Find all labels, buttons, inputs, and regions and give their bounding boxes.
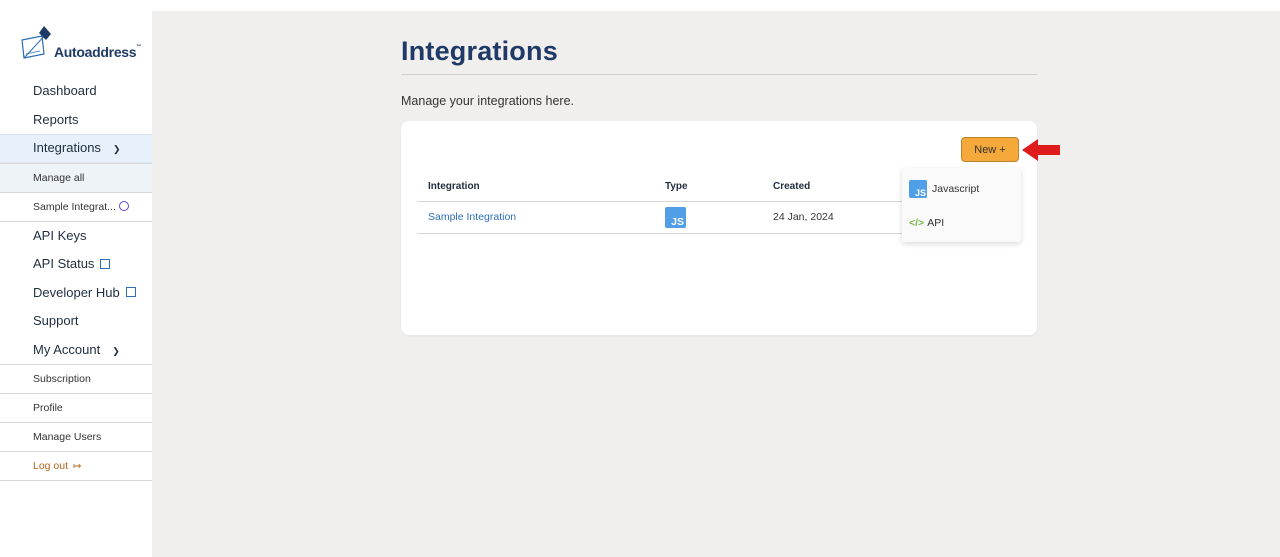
page-title: Integrations [401, 36, 558, 66]
sidebar-item-label: Manage all [33, 171, 85, 184]
sidebar-item-integrations[interactable]: Integrations ❯ [0, 134, 152, 163]
sidebar-item-label: Integrations [33, 140, 101, 155]
sidebar-item-my-account[interactable]: My Account ❯ [0, 336, 152, 365]
sidebar-item-api-keys[interactable]: API Keys [0, 222, 152, 251]
javascript-type-icon: JS [665, 207, 686, 228]
page-subtitle: Manage your integrations here. [401, 94, 575, 108]
logout-icon: ↦ [73, 461, 82, 472]
sidebar-item-developer-hub[interactable]: Developer Hub [0, 279, 152, 308]
top-strip [0, 0, 1280, 11]
sidebar-item-support[interactable]: Support [0, 307, 152, 336]
sidebar-subitem-manage-all[interactable]: Manage all [0, 162, 152, 193]
clock-icon [118, 200, 129, 211]
sidebar-item-label: Subscription [33, 373, 91, 385]
logout-link[interactable]: Log out ↦ [0, 452, 152, 481]
sidebar-item-label: Log out [33, 460, 69, 472]
column-header-integration: Integration [428, 181, 480, 192]
chevron-down-icon: ❯ [112, 345, 120, 356]
sidebar-item-label: API Status [33, 256, 95, 271]
sidebar-item-label: API Keys [33, 227, 87, 243]
external-link-icon [125, 287, 136, 298]
chevron-down-icon: ❯ [112, 144, 121, 154]
brand-name: Autoaddress™ [54, 44, 141, 60]
sidebar-item-label: Manage Users [33, 431, 102, 443]
sidebar-item-dashboard[interactable]: Dashboard [0, 77, 152, 106]
new-integration-button[interactable]: New + [961, 137, 1019, 162]
sidebar-nav: Dashboard Reports Integrations ❯ Manage a… [0, 77, 152, 481]
sidebar-subitem-manage-users[interactable]: Manage Users [0, 423, 152, 452]
sidebar-item-api-status[interactable]: API Status [0, 250, 152, 279]
sidebar-subitem-subscription[interactable]: Subscription [0, 364, 152, 394]
sidebar-item-label: Sample Integrat... [33, 200, 116, 213]
dropdown-item-javascript[interactable]: Javascript [932, 183, 979, 195]
sidebar: Autoaddress™ Dashboard Reports Integrati… [0, 0, 152, 557]
sidebar-subitem-sample-integration[interactable]: Sample Integrat... [0, 193, 152, 222]
external-link-icon [100, 258, 111, 269]
created-date: 24 Jan, 2024 [773, 211, 834, 223]
title-divider [401, 74, 1037, 75]
sidebar-item-label: Dashboard [33, 83, 97, 98]
sidebar-item-label: Support [33, 313, 79, 328]
sidebar-item-label: Reports [33, 111, 79, 127]
sidebar-item-label: Developer Hub [33, 284, 120, 300]
code-brackets-icon: </> [909, 217, 925, 229]
sidebar-item-reports[interactable]: Reports [0, 106, 152, 135]
row-divider [417, 233, 903, 234]
column-header-created: Created [773, 181, 811, 192]
sidebar-item-label: My Account [33, 341, 101, 357]
sidebar-subitem-profile[interactable]: Profile [0, 394, 152, 423]
red-pointer-arrow-icon [1022, 139, 1060, 161]
javascript-icon: JS [909, 180, 927, 198]
integration-name-link[interactable]: Sample Integration [428, 211, 516, 223]
autoaddress-logo[interactable]: Autoaddress™ [20, 24, 141, 64]
header-divider [417, 201, 903, 202]
sidebar-item-label: Profile [33, 402, 63, 414]
dropdown-item-api[interactable]: </> API [909, 217, 944, 229]
column-header-type: Type [665, 181, 688, 192]
